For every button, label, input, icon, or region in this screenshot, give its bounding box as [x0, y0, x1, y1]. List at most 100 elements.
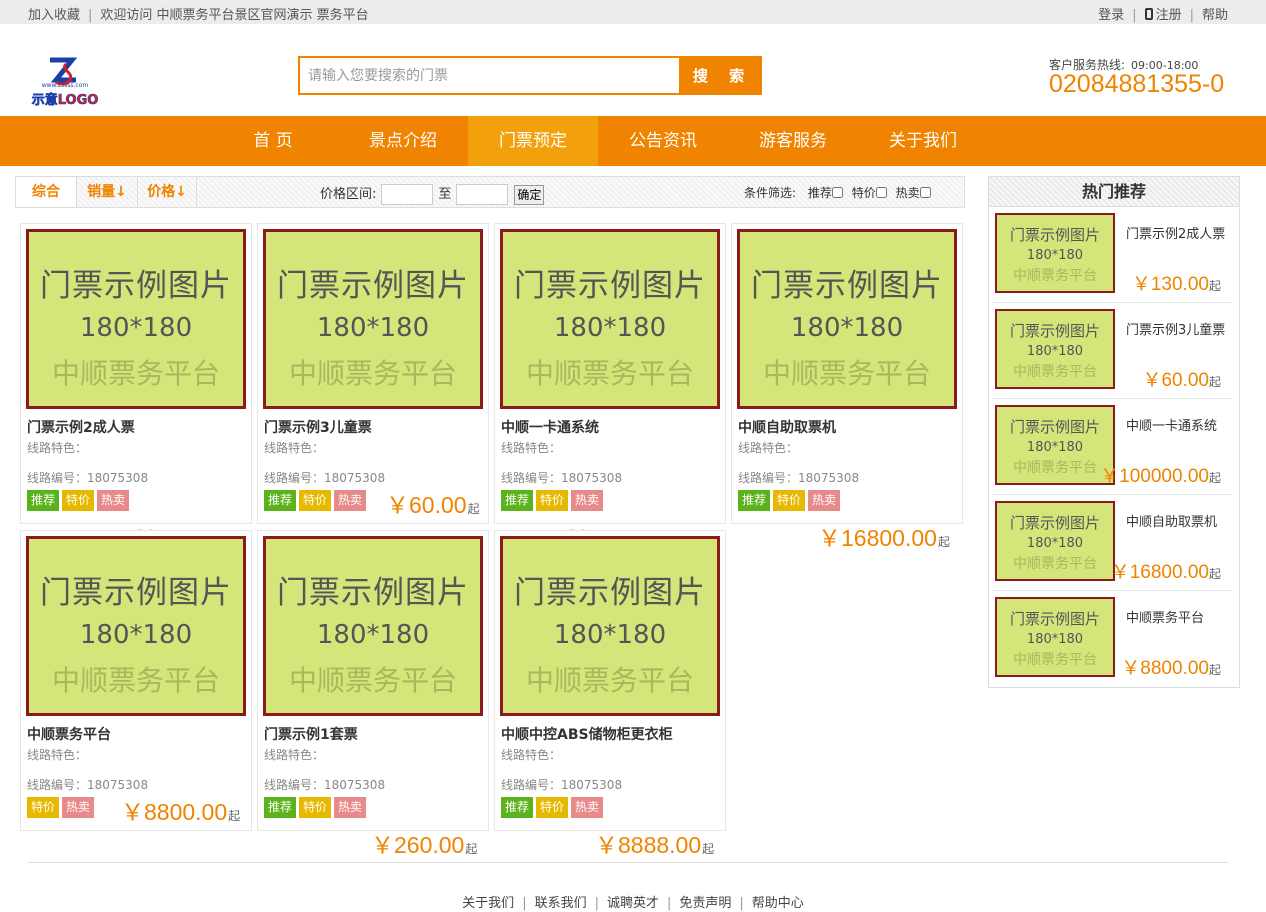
cond-special-checkbox[interactable]: [875, 187, 887, 198]
thumb-size: 180*180: [553, 313, 667, 343]
product-image[interactable]: 门票示例图片 180*180 中顺票务平台: [500, 536, 720, 716]
search-input[interactable]: [300, 58, 680, 93]
recommend-name[interactable]: 中顺自助取票机: [1126, 511, 1217, 530]
thumb-title: 门票示例图片: [277, 575, 469, 611]
product-image[interactable]: 门票示例图片 180*180 中顺票务平台: [26, 536, 246, 716]
price-unit: 起: [1208, 471, 1221, 485]
recommend-name[interactable]: 中顺一卡通系统: [1126, 415, 1217, 434]
nav-item-about[interactable]: 关于我们: [858, 116, 988, 166]
product-card[interactable]: 门票示例图片 180*180 中顺票务平台 中顺中控ABS储物柜更衣柜 线路特色： …: [494, 530, 726, 831]
thumb-size: 180*180: [553, 620, 667, 650]
price-value: ￥8888.00: [595, 832, 702, 858]
price-confirm-button[interactable]: 确定: [514, 184, 545, 205]
recommend-image[interactable]: 门票示例图片 180*180 中顺票务平台: [995, 213, 1115, 293]
main-nav: 首 页 景点介绍 门票预定 公告资讯 游客服务 关于我们: [0, 116, 1266, 166]
footer-help-link[interactable]: 帮助中心: [752, 896, 804, 911]
recommend-item[interactable]: 门票示例图片 180*180 中顺票务平台 中顺一卡通系统 ￥100000.00起: [993, 399, 1233, 495]
product-image[interactable]: 门票示例图片 180*180 中顺票务平台: [26, 229, 246, 409]
product-card[interactable]: 门票示例图片 180*180 中顺票务平台 门票示例2成人票 线路特色： 线路编号：…: [20, 223, 252, 524]
help-link[interactable]: 帮助: [1202, 8, 1228, 23]
footer-links: 关于我们 | 联系我们 | 诚聘英才 | 免责声明 | 帮助中心: [0, 892, 1266, 911]
price-min-input[interactable]: [381, 184, 434, 205]
product-card[interactable]: 门票示例图片 180*180 中顺票务平台 中顺一卡通系统 线路特色： 线路编号：1…: [494, 223, 726, 524]
recommend-item[interactable]: 门票示例图片 180*180 中顺票务平台 门票示例3儿童票 ￥60.00起: [993, 303, 1233, 399]
cond-recommend-checkbox[interactable]: [831, 187, 843, 198]
hot-recommend-title: 热门推荐: [989, 177, 1239, 207]
sort-price[interactable]: 价格↓: [138, 177, 197, 207]
product-feature: 线路特色：: [501, 748, 562, 762]
product-code: 线路编号：18075308: [264, 471, 386, 485]
footer-jobs-link[interactable]: 诚聘英才: [607, 896, 659, 911]
price-range-to: 至: [438, 187, 452, 202]
product-name[interactable]: 中顺自助取票机: [738, 417, 836, 437]
site-logo[interactable]: www.zssss.com 示意LOGO: [30, 54, 100, 110]
thumb-size: 180*180: [1026, 248, 1084, 263]
cond-hot-checkbox[interactable]: [919, 187, 931, 198]
recommend-image[interactable]: 门票示例图片 180*180 中顺票务平台: [995, 309, 1115, 389]
recommend-item[interactable]: 门票示例图片 180*180 中顺票务平台 中顺票务平台 ￥8800.00起: [993, 591, 1233, 687]
product-code: 线路编号：18075308: [27, 471, 149, 485]
divider: |: [88, 8, 93, 23]
recommend-item[interactable]: 门票示例图片 180*180 中顺票务平台 中顺自助取票机 ￥16800.00起: [993, 495, 1233, 591]
tag-recommend: 推荐: [27, 490, 60, 511]
product-tags: 推荐 特价 热卖: [501, 489, 606, 511]
product-name[interactable]: 中顺中控ABS储物柜更衣柜: [501, 724, 673, 744]
thumb-brand: 中顺票务平台: [288, 357, 457, 390]
product-card[interactable]: 门票示例图片 180*180 中顺票务平台 中顺自助取票机 线路特色： 线路编号：1…: [731, 223, 963, 524]
thumb-size: 180*180: [1026, 632, 1084, 647]
product-name[interactable]: 门票示例2成人票: [27, 417, 135, 437]
register-link[interactable]: 注册: [1144, 8, 1182, 23]
nav-item-tickets[interactable]: 门票预定: [468, 116, 598, 166]
thumb-size: 180*180: [1026, 344, 1084, 359]
price-value: ￥8800.00: [1121, 658, 1209, 679]
cond-hot-label: 热卖: [895, 186, 920, 200]
search-button[interactable]: 搜 索: [679, 58, 760, 93]
footer-contact-link[interactable]: 联系我们: [535, 896, 587, 911]
recommend-image[interactable]: 门票示例图片 180*180 中顺票务平台: [995, 597, 1115, 677]
tag-hot: 热卖: [571, 797, 604, 818]
login-link[interactable]: 登录: [1098, 8, 1124, 23]
welcome-text: 欢迎访问 中顺票务平台景区官网演示 票务平台: [100, 8, 369, 23]
sort-default[interactable]: 综合: [16, 177, 77, 207]
product-price: ￥16800.00起: [818, 519, 950, 553]
recommend-price: ￥16800.00起: [1111, 557, 1221, 584]
product-image[interactable]: 门票示例图片 180*180 中顺票务平台: [500, 229, 720, 409]
product-image[interactable]: 门票示例图片 180*180 中顺票务平台: [263, 536, 483, 716]
product-name[interactable]: 中顺票务平台: [27, 724, 111, 744]
recommend-image[interactable]: 门票示例图片 180*180 中顺票务平台: [995, 501, 1115, 581]
product-tags: 推荐 特价 热卖: [264, 796, 369, 818]
thumb-title: 门票示例图片: [40, 575, 232, 611]
hotline-phone: 02084881355-0: [1049, 70, 1225, 98]
recommend-price: ￥60.00起: [1142, 365, 1221, 392]
product-name[interactable]: 中顺一卡通系统: [501, 417, 599, 437]
product-name[interactable]: 门票示例3儿童票: [264, 417, 372, 437]
sort-sales[interactable]: 销量↓: [77, 177, 138, 207]
nav-item-attractions[interactable]: 景点介绍: [338, 116, 468, 166]
nav-item-news[interactable]: 公告资讯: [598, 116, 728, 166]
condition-label: 条件筛选:: [744, 186, 797, 200]
product-image[interactable]: 门票示例图片 180*180 中顺票务平台: [737, 229, 957, 409]
product-card[interactable]: 门票示例图片 180*180 中顺票务平台 中顺票务平台 线路特色： 线路编号：18…: [20, 530, 252, 831]
recommend-name[interactable]: 门票示例3儿童票: [1126, 319, 1225, 338]
footer-disclaimer-link[interactable]: 免责声明: [679, 896, 731, 911]
product-image[interactable]: 门票示例图片 180*180 中顺票务平台: [263, 229, 483, 409]
search-box: 搜 索: [298, 56, 762, 95]
recommend-image[interactable]: 门票示例图片 180*180 中顺票务平台: [995, 405, 1115, 485]
price-max-input[interactable]: [456, 184, 509, 205]
product-card[interactable]: 门票示例图片 180*180 中顺票务平台 门票示例3儿童票 线路特色： 线路编号：…: [257, 223, 489, 524]
tag-special: 特价: [27, 797, 60, 818]
recommend-name[interactable]: 中顺票务平台: [1126, 607, 1204, 626]
recommend-name[interactable]: 门票示例2成人票: [1126, 223, 1225, 242]
register-label: 注册: [1155, 8, 1182, 23]
product-code: 线路编号：18075308: [501, 778, 623, 792]
footer-about-link[interactable]: 关于我们: [462, 896, 514, 911]
product-card[interactable]: 门票示例图片 180*180 中顺票务平台 门票示例1套票 线路特色： 线路编号：1…: [257, 530, 489, 831]
product-feature: 线路特色：: [738, 441, 799, 455]
nav-item-home[interactable]: 首 页: [208, 116, 338, 166]
recommend-item[interactable]: 门票示例图片 180*180 中顺票务平台 门票示例2成人票 ￥130.00起: [993, 207, 1233, 303]
product-name[interactable]: 门票示例1套票: [264, 724, 358, 744]
add-favorite-link[interactable]: 加入收藏: [28, 8, 80, 23]
nav-item-service[interactable]: 游客服务: [728, 116, 858, 166]
thumb-title: 门票示例图片: [1009, 322, 1100, 340]
thumb-brand: 中顺票务平台: [288, 664, 457, 697]
